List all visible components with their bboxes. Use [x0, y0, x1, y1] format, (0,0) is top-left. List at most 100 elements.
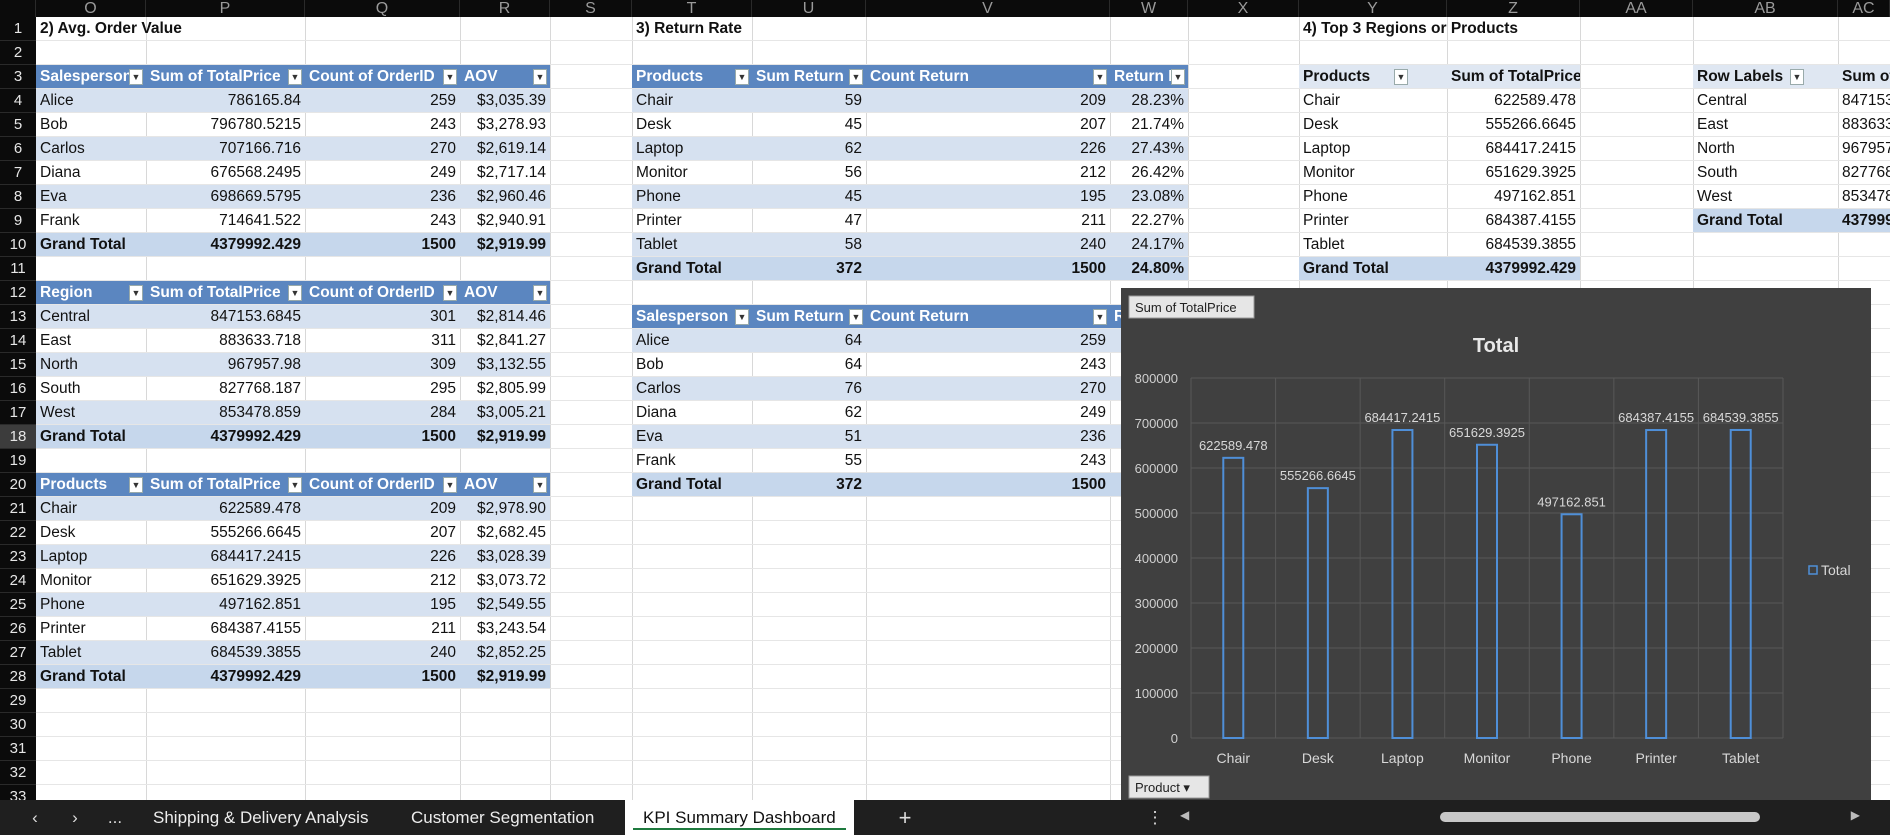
pivot-cell[interactable]: 240: [305, 641, 460, 665]
prev-sheet-icon[interactable]: ‹: [20, 800, 50, 835]
column-header[interactable]: V: [866, 0, 1110, 17]
pivot-total-cell[interactable]: 372: [752, 257, 866, 281]
filter-dropdown-icon[interactable]: ▼: [1790, 69, 1804, 85]
column-header[interactable]: AB: [1693, 0, 1838, 17]
pivot-cell[interactable]: South: [36, 377, 146, 401]
filter-dropdown-icon[interactable]: ▼: [129, 477, 143, 493]
pivot-cell[interactable]: 62: [752, 137, 866, 161]
pivot-cell[interactable]: 622589.478: [1447, 89, 1580, 113]
pivot-cell[interactable]: $2,549.55: [460, 593, 550, 617]
pivot-cell[interactable]: 27.43%: [1110, 137, 1188, 161]
row-header[interactable]: 26: [0, 617, 36, 641]
pivot-cell[interactable]: 195: [305, 593, 460, 617]
row-header[interactable]: 19: [0, 449, 36, 473]
pivot-cell[interactable]: Eva: [36, 185, 146, 209]
row-header[interactable]: 15: [0, 353, 36, 377]
pivot-cell[interactable]: 226: [866, 137, 1110, 161]
pivot-cell[interactable]: 207: [305, 521, 460, 545]
pivot-cell[interactable]: Desk: [632, 113, 752, 137]
pivot-total-cell[interactable]: Grand Total: [632, 257, 752, 281]
pivot-cell[interactable]: 56: [752, 161, 866, 185]
add-sheet-button[interactable]: +: [890, 800, 920, 835]
pivot-cell[interactable]: 853478.859: [146, 401, 305, 425]
filter-dropdown-icon[interactable]: ▼: [1394, 69, 1408, 85]
pivot-cell[interactable]: 62: [752, 401, 866, 425]
pivot-cell[interactable]: Tablet: [1299, 233, 1447, 257]
pivot-total-cell[interactable]: 4379992.429: [146, 233, 305, 257]
pivot-cell[interactable]: Central: [36, 305, 146, 329]
pivot-total-cell[interactable]: 1500: [305, 425, 460, 449]
row-header[interactable]: 13: [0, 305, 36, 329]
pivot-cell[interactable]: Monitor: [632, 161, 752, 185]
row-header[interactable]: 10: [0, 233, 36, 257]
pivot-cell[interactable]: Tablet: [632, 233, 752, 257]
pivot-cell[interactable]: Bob: [632, 353, 752, 377]
column-header[interactable]: X: [1188, 0, 1299, 17]
pivot-cell[interactable]: $2,814.46: [460, 305, 550, 329]
column-header[interactable]: U: [752, 0, 866, 17]
pivot-cell[interactable]: 21.74%: [1110, 113, 1188, 137]
select-all-corner[interactable]: [0, 0, 36, 17]
pivot-cell[interactable]: 47: [752, 209, 866, 233]
pivot-total-cell[interactable]: $2,919.99: [460, 425, 550, 449]
pivot-cell[interactable]: 45: [752, 113, 866, 137]
pivot-cell[interactable]: 240: [866, 233, 1110, 257]
pivot-cell[interactable]: Phone: [1299, 185, 1447, 209]
row-header[interactable]: 20: [0, 473, 36, 497]
row-header[interactable]: 31: [0, 737, 36, 761]
pivot-cell[interactable]: 684417.2415: [1447, 137, 1580, 161]
pivot-cell[interactable]: $2,805.99: [460, 377, 550, 401]
row-header[interactable]: 18: [0, 425, 36, 449]
pivot-cell[interactable]: 796780.5215: [146, 113, 305, 137]
scroll-right-icon[interactable]: ▶: [1851, 808, 1860, 822]
pivot-cell[interactable]: 827768.187: [146, 377, 305, 401]
filter-dropdown-icon[interactable]: ▼: [443, 69, 457, 85]
pivot-cell[interactable]: 786165.84: [146, 89, 305, 113]
row-header[interactable]: 14: [0, 329, 36, 353]
pivot-cell[interactable]: 59: [752, 89, 866, 113]
pivot-cell[interactable]: 651629.3925: [146, 569, 305, 593]
pivot-cell[interactable]: $3,073.72: [460, 569, 550, 593]
filter-dropdown-icon[interactable]: ▼: [129, 69, 143, 85]
pivot-cell[interactable]: Phone: [36, 593, 146, 617]
pivot-cell[interactable]: 967957.98: [146, 353, 305, 377]
pivot-cell[interactable]: 24.17%: [1110, 233, 1188, 257]
pivot-cell[interactable]: Printer: [36, 617, 146, 641]
pivot-total-cell[interactable]: $2,919.99: [460, 233, 550, 257]
pivot-cell[interactable]: 64: [752, 353, 866, 377]
pivot-cell[interactable]: 26.42%: [1110, 161, 1188, 185]
pivot-cell[interactable]: East: [1693, 113, 1838, 137]
pivot-cell[interactable]: 211: [305, 617, 460, 641]
row-header[interactable]: 7: [0, 161, 36, 185]
filter-dropdown-icon[interactable]: ▼: [129, 285, 143, 301]
pivot-cell[interactable]: 651629.3925: [1447, 161, 1580, 185]
pivot-cell[interactable]: 207: [866, 113, 1110, 137]
pivot-cell[interactable]: 249: [305, 161, 460, 185]
pivot-cell[interactable]: Chair: [632, 89, 752, 113]
pivot-cell[interactable]: Chair: [1299, 89, 1447, 113]
pivot-total-cell[interactable]: 1500: [305, 665, 460, 689]
horizontal-scrollbar[interactable]: ◀ ▶: [1180, 808, 1860, 824]
pivot-cell[interactable]: Desk: [36, 521, 146, 545]
row-header[interactable]: 25: [0, 593, 36, 617]
pivot-total-cell[interactable]: Grand Total: [36, 233, 146, 257]
pivot-cell[interactable]: $2,960.46: [460, 185, 550, 209]
filter-dropdown-icon[interactable]: ▼: [1093, 69, 1107, 85]
pivot-total-cell[interactable]: 1500: [866, 257, 1110, 281]
pivot-cell[interactable]: 555266.6645: [146, 521, 305, 545]
pivot-cell[interactable]: 259: [305, 89, 460, 113]
pivot-cell[interactable]: 698669.5795: [146, 185, 305, 209]
pivot-cell[interactable]: Printer: [632, 209, 752, 233]
pivot-total-cell[interactable]: 4379992.429: [1447, 257, 1580, 281]
tab-shipping-delivery[interactable]: Shipping & Delivery Analysis: [135, 800, 386, 835]
pivot-total-cell[interactable]: 24.80%: [1110, 257, 1188, 281]
pivot-cell[interactable]: North: [1693, 137, 1838, 161]
pivot-cell[interactable]: 243: [866, 449, 1110, 473]
column-header[interactable]: Y: [1299, 0, 1447, 17]
pivot-cell[interactable]: Bob: [36, 113, 146, 137]
pivot-cell[interactable]: 22.27%: [1110, 209, 1188, 233]
row-header[interactable]: 24: [0, 569, 36, 593]
filter-dropdown-icon[interactable]: ▼: [533, 69, 547, 85]
column-header[interactable]: AC: [1838, 0, 1890, 17]
pivot-total-cell[interactable]: Grand Total: [36, 425, 146, 449]
